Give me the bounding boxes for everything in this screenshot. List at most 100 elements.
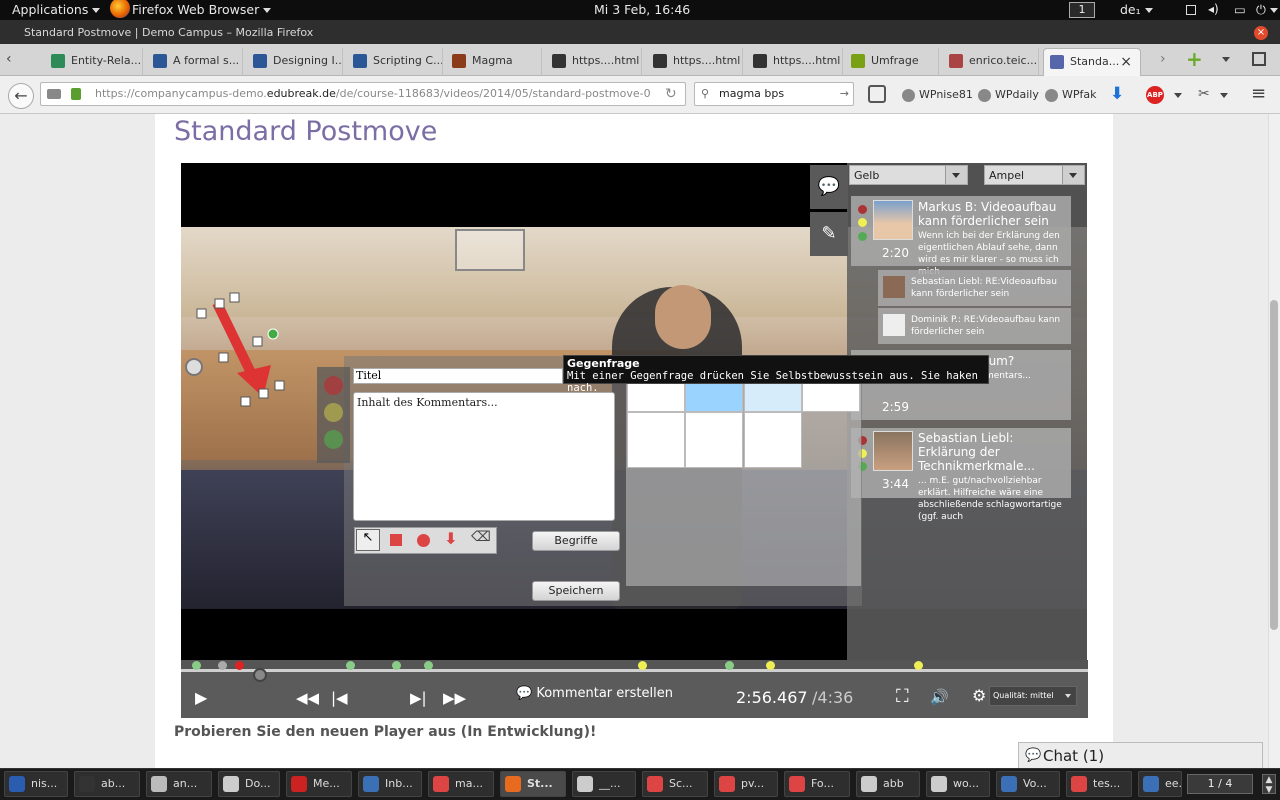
comment-title-input[interactable]: Titel bbox=[353, 368, 563, 384]
taskbar-item[interactable]: __... bbox=[572, 771, 636, 797]
tab-item[interactable]: Entity-Rela... bbox=[45, 48, 143, 76]
volume-icon[interactable]: ◂) bbox=[1208, 2, 1219, 16]
taskbar-item[interactable]: abb bbox=[856, 771, 920, 797]
tab-groups-icon[interactable] bbox=[1252, 52, 1266, 66]
select-tool-button[interactable]: ↖ bbox=[356, 529, 380, 551]
tab-close-icon[interactable]: × bbox=[1120, 49, 1132, 75]
step-back-icon[interactable]: |◀ bbox=[331, 689, 348, 707]
extension-icon[interactable]: ✂ bbox=[1198, 86, 1210, 102]
new-tab-icon[interactable]: + bbox=[1186, 47, 1203, 71]
chat-bar[interactable]: 💬 Chat (1) bbox=[1018, 742, 1263, 768]
traffic-light-red[interactable] bbox=[324, 376, 343, 395]
tab-item[interactable]: A formal s... bbox=[147, 48, 243, 76]
taskbar-item[interactable]: Sc... bbox=[642, 771, 708, 797]
filter-select-color[interactable]: Gelb bbox=[849, 165, 968, 185]
tab-item[interactable]: Magma bbox=[446, 48, 542, 76]
comments-toggle-button[interactable]: 💬 bbox=[810, 165, 848, 209]
term-cell[interactable] bbox=[685, 412, 743, 468]
traffic-light-green[interactable] bbox=[324, 430, 343, 449]
taskbar-item[interactable]: St... bbox=[500, 771, 566, 797]
taskbar-item[interactable]: an... bbox=[146, 771, 212, 797]
taskbar-item[interactable]: Do... bbox=[218, 771, 280, 797]
step-forward-icon[interactable]: ▶| bbox=[410, 689, 427, 707]
term-cell[interactable] bbox=[627, 412, 685, 468]
search-go-icon[interactable]: → bbox=[840, 83, 849, 105]
timeline-marker[interactable] bbox=[346, 661, 355, 670]
tab-item[interactable]: https....html bbox=[647, 48, 743, 76]
bookmark-wpdaily[interactable]: WPdaily bbox=[978, 88, 1039, 102]
taskbar-item[interactable]: ab... bbox=[74, 771, 140, 797]
timeline-marker[interactable] bbox=[392, 661, 401, 670]
keyboard-layout[interactable]: de₁ bbox=[1120, 2, 1153, 17]
taskbar-item[interactable]: ma... bbox=[428, 771, 494, 797]
tab-scroll-right-icon[interactable]: › bbox=[1160, 51, 1166, 67]
tab-item[interactable]: Umfrage bbox=[845, 48, 939, 76]
hamburger-menu-icon[interactable]: ≡ bbox=[1251, 85, 1266, 103]
bookmark-wpnise[interactable]: WPnise81 bbox=[902, 88, 973, 102]
draw-toggle-button[interactable]: ✎ bbox=[810, 212, 848, 256]
reply-item[interactable]: Sebastian Liebl: RE:Videoaufbau kann för… bbox=[878, 270, 1071, 306]
search-bar[interactable]: ⚲ magma bps → bbox=[694, 82, 854, 106]
workspace-indicator[interactable]: 1 bbox=[1069, 2, 1095, 18]
fast-forward-icon[interactable]: ▶▶ bbox=[443, 689, 466, 707]
timeline-markers[interactable] bbox=[181, 660, 1088, 673]
timeline-marker[interactable] bbox=[235, 661, 244, 670]
quality-select[interactable]: Qualität: mittel bbox=[989, 686, 1077, 706]
clock[interactable]: Mi 3 Feb, 16:46 bbox=[594, 2, 690, 17]
battery-icon[interactable]: ▭ bbox=[1234, 2, 1246, 17]
page-info-icon[interactable] bbox=[47, 89, 61, 99]
tab-item[interactable]: https....html bbox=[546, 48, 642, 76]
window-close-button[interactable]: × bbox=[1254, 26, 1268, 40]
applications-menu[interactable]: Applications bbox=[12, 2, 101, 17]
power-menu[interactable]: ⏻ bbox=[1256, 2, 1278, 18]
playhead-handle[interactable] bbox=[253, 668, 267, 682]
tab-item[interactable]: Standa... × bbox=[1043, 48, 1141, 76]
pager-arrows-icon[interactable]: ▲ ▼ bbox=[1262, 774, 1276, 795]
url-bar[interactable]: https://companycampus-demo.edubreak.de/d… bbox=[40, 82, 686, 106]
eraser-tool-button[interactable]: ⌫ bbox=[469, 529, 493, 551]
taskbar-item[interactable]: ee... bbox=[1138, 771, 1182, 797]
taskbar-item[interactable]: Me... bbox=[286, 771, 352, 797]
timeline-marker[interactable] bbox=[218, 661, 227, 670]
taskbar-item[interactable]: Fo... bbox=[784, 771, 850, 797]
window-icon[interactable] bbox=[1186, 5, 1196, 15]
taskbar-item[interactable]: Vo... bbox=[996, 771, 1060, 797]
new-player-note[interactable]: Probieren Sie den neuen Player aus (In E… bbox=[174, 724, 596, 740]
comment-time[interactable]: 2:20 bbox=[882, 246, 909, 260]
taskbar-item[interactable]: pv... bbox=[714, 771, 778, 797]
taskbar-item[interactable]: wo... bbox=[926, 771, 990, 797]
settings-gear-icon[interactable]: ⚙ bbox=[972, 686, 986, 705]
timeline-marker[interactable] bbox=[725, 661, 734, 670]
extension-menu-icon[interactable] bbox=[1220, 93, 1228, 98]
rectangle-tool-button[interactable] bbox=[384, 529, 408, 551]
terms-button[interactable]: Begriffe bbox=[532, 531, 620, 551]
create-comment-button[interactable]: 💬 Kommentar erstellen bbox=[516, 686, 673, 701]
adblock-menu-icon[interactable] bbox=[1174, 93, 1182, 98]
arrow-tool-button[interactable]: ⬇ bbox=[439, 529, 463, 551]
adblock-icon[interactable]: ABP bbox=[1146, 86, 1164, 104]
circle-tool-button[interactable] bbox=[411, 529, 435, 551]
tab-item[interactable]: https....html bbox=[747, 48, 843, 76]
timeline-marker[interactable] bbox=[766, 661, 775, 670]
reply-item[interactable]: Dominik P.: RE:Videoaufbau kann förderli… bbox=[878, 308, 1071, 344]
app-menu[interactable]: Firefox Web Browser bbox=[132, 2, 272, 17]
tab-scroll-left-icon[interactable]: ‹ bbox=[6, 51, 12, 67]
timeline-marker[interactable] bbox=[638, 661, 647, 670]
scrollbar-thumb[interactable] bbox=[1270, 300, 1278, 630]
reload-icon[interactable]: ↻ bbox=[665, 83, 677, 105]
timeline-marker[interactable] bbox=[914, 661, 923, 670]
traffic-light-yellow[interactable] bbox=[324, 403, 343, 422]
back-button[interactable]: ← bbox=[8, 83, 34, 109]
comment-time[interactable]: 3:44 bbox=[882, 477, 909, 491]
rewind-icon[interactable]: ◀◀ bbox=[296, 689, 319, 707]
bookmark-wpfak[interactable]: WPfak bbox=[1045, 88, 1097, 102]
taskbar-item[interactable]: nis... bbox=[4, 771, 68, 797]
taskbar-item[interactable]: Inb... bbox=[358, 771, 422, 797]
timeline-marker[interactable] bbox=[192, 661, 201, 670]
search-input[interactable]: magma bps bbox=[719, 87, 784, 100]
volume-icon[interactable]: 🔊 bbox=[930, 688, 949, 706]
tab-item[interactable]: enrico.teic... bbox=[943, 48, 1039, 76]
term-cell[interactable] bbox=[744, 412, 802, 468]
taskbar-item[interactable]: tes... bbox=[1066, 771, 1132, 797]
download-icon[interactable]: ⬇ bbox=[1110, 84, 1124, 104]
